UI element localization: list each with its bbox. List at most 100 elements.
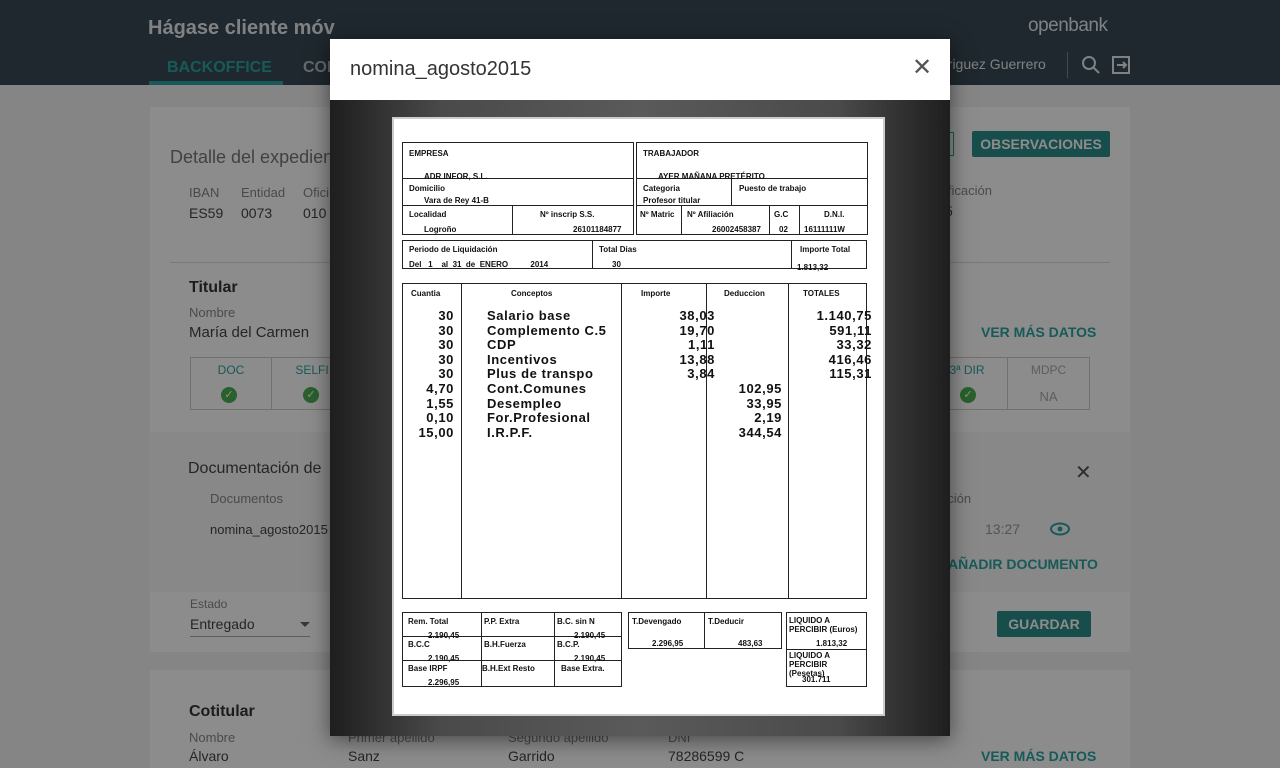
bh-fuerza-label: B.H.Fuerza [484, 640, 526, 649]
col-totales: TOTALES [803, 289, 840, 298]
t-deducir-value: 483,63 [738, 639, 763, 648]
payslip-line-importe: 19,70 [679, 322, 715, 338]
categoria-value: Profesor titular [643, 196, 701, 205]
payslip-line-importe: 1,11 [688, 337, 715, 353]
rule [769, 205, 770, 235]
payslip-line-total: 33,32 [836, 337, 872, 353]
bcp-label: B.C.P. [557, 640, 580, 649]
dni-label: D.N.I. [824, 210, 845, 219]
payslip-line-total: 591,11 [829, 322, 872, 338]
t-deducir-label: T.Deducir [708, 617, 745, 626]
payslip-line-concepto: Cont.Comunes [487, 381, 587, 396]
payslip-line-deduccion: 102,95 [738, 381, 782, 396]
base-irpf-label: Base IRPF [408, 664, 448, 673]
payslip-line-cuantia: 30 [438, 322, 454, 338]
bcp-value: 2.190,45 [574, 654, 606, 663]
domicilio-label: Domicilio [409, 184, 446, 193]
payslip-line-cuantia: 1,55 [426, 395, 454, 411]
payslip-line-cuantia: 30 [438, 351, 454, 367]
payslip-line-cuantia: 30 [438, 308, 454, 323]
payslip-line-concepto: CDP [487, 337, 517, 353]
inscrip-value: 26101184877 [573, 225, 622, 234]
bc-sin-n-label: B.C. sin N [557, 617, 595, 626]
rule [681, 205, 682, 235]
payslip-line-concepto: Desempleo [487, 395, 562, 411]
document-viewer-modal: nomina_agosto2015 ✕ EMPRESA ADR INFOR, S… [330, 39, 950, 736]
rule [512, 205, 513, 235]
bh-ext-label: B.H.Ext Resto [482, 664, 535, 673]
total-dias-label: Total Dias [599, 245, 637, 254]
payslip-line-importe: 3,84 [687, 366, 715, 382]
localidad-label: Localidad [409, 210, 447, 219]
payslip-line-concepto: Salario base [487, 308, 571, 323]
payslip-line-concepto: Complemento C.5 [487, 322, 607, 338]
puesto-label: Puesto de trabajo [739, 184, 807, 193]
col-cuantia: Cuantia [411, 289, 441, 298]
base-irpf-value: 2.296,95 [428, 678, 460, 687]
periodo-value: Del 1 al 31 de ENERO 2014 [409, 260, 549, 269]
localidad-value: Logroño [424, 225, 457, 234]
pp-extra-label: P.P. Extra [484, 617, 520, 626]
col-deduccion: Deduccion [724, 289, 765, 298]
payslip-line-concepto: Plus de transpo [487, 366, 594, 382]
payslip-line-cuantia: 15,00 [418, 424, 454, 440]
rem-total-label: Rem. Total [408, 617, 449, 626]
payslip-page: EMPRESA ADR INFOR, S.L. TRABAJADOR AYER … [392, 117, 885, 716]
payslip-line-deduccion: 2,19 [754, 410, 782, 426]
payslip-line-concepto: Incentivos [487, 351, 558, 367]
col-importe: Importe [641, 289, 671, 298]
afiliacion-value: 26002458387 [712, 225, 761, 234]
payslip-line-cuantia: 30 [438, 337, 454, 353]
domicilio-value: Vara de Rey 41-B [424, 196, 489, 205]
payslip-line-importe: 38,03 [679, 308, 715, 323]
rule [731, 178, 732, 205]
liquido-euros-label: LIQUIDO A PERCIBIR (Euros) [789, 616, 858, 634]
empresa-label: EMPRESA [409, 149, 449, 158]
rule [791, 240, 792, 269]
document-viewer: EMPRESA ADR INFOR, S.L. TRABAJADOR AYER … [330, 100, 950, 736]
liquido-euros-value: 1.813,32 [816, 639, 848, 648]
payslip-line-cuantia: 4,70 [426, 381, 454, 396]
importe-total-label: Importe Total [800, 245, 851, 254]
empresa-value: ADR INFOR, S.L. [424, 172, 488, 181]
payslip-line-deduccion: 344,54 [738, 424, 782, 440]
matric-label: Nº Matric [640, 210, 675, 219]
payslip-line-total: 115,31 [829, 366, 872, 382]
rule [788, 283, 789, 599]
rule [461, 283, 462, 599]
bc-sin-n-value: 2.190,45 [574, 631, 606, 640]
rule [704, 612, 705, 649]
base-extra-label: Base Extra. [561, 664, 605, 673]
rule [481, 612, 482, 687]
rule [554, 612, 555, 687]
t-devengado-label: T.Devengado [632, 617, 682, 626]
trabajador-label: TRABAJADOR [643, 149, 699, 158]
total-dias-value: 30 [612, 260, 621, 269]
importe-total-value: 1.813,32 [797, 263, 829, 272]
rule [636, 205, 868, 206]
payslip-line-total: 1.140,75 [816, 308, 872, 323]
payslip-line-cuantia: 30 [438, 366, 454, 382]
rule [402, 205, 634, 206]
modal-title: nomina_agosto2015 [350, 58, 532, 80]
trabajador-value: AYER MAÑANA PRETÉRITO [658, 172, 765, 181]
payslip-line-concepto: I.R.P.F. [487, 424, 533, 440]
inscrip-label: Nº inscrip S.S. [540, 210, 595, 219]
payslip-line-concepto: For.Profesional [487, 410, 591, 426]
gc-label: G.C [774, 210, 789, 219]
payslip-line-cuantia: 0,10 [426, 410, 454, 426]
close-icon[interactable]: ✕ [910, 56, 934, 81]
rule [592, 240, 593, 269]
payslip-line-deduccion: 33,95 [746, 395, 782, 411]
afiliacion-label: Nº Afiliación [687, 210, 734, 219]
col-conceptos: Conceptos [511, 289, 553, 298]
periodo-label: Periodo de Liquidación [409, 245, 498, 254]
rem-total-value: 2.190,45 [428, 631, 460, 640]
payslip-line-importe: 13,88 [679, 351, 715, 367]
categoria-label: Categoria [643, 184, 680, 193]
liquido-pesetas-label: LIQUIDO A PERCIBIR (Pesetas) [789, 651, 830, 678]
rule [799, 205, 800, 235]
gc-value: 02 [779, 225, 788, 234]
dni-value: 16111111W [804, 225, 845, 234]
payslip-line-total: 416,46 [828, 351, 872, 367]
